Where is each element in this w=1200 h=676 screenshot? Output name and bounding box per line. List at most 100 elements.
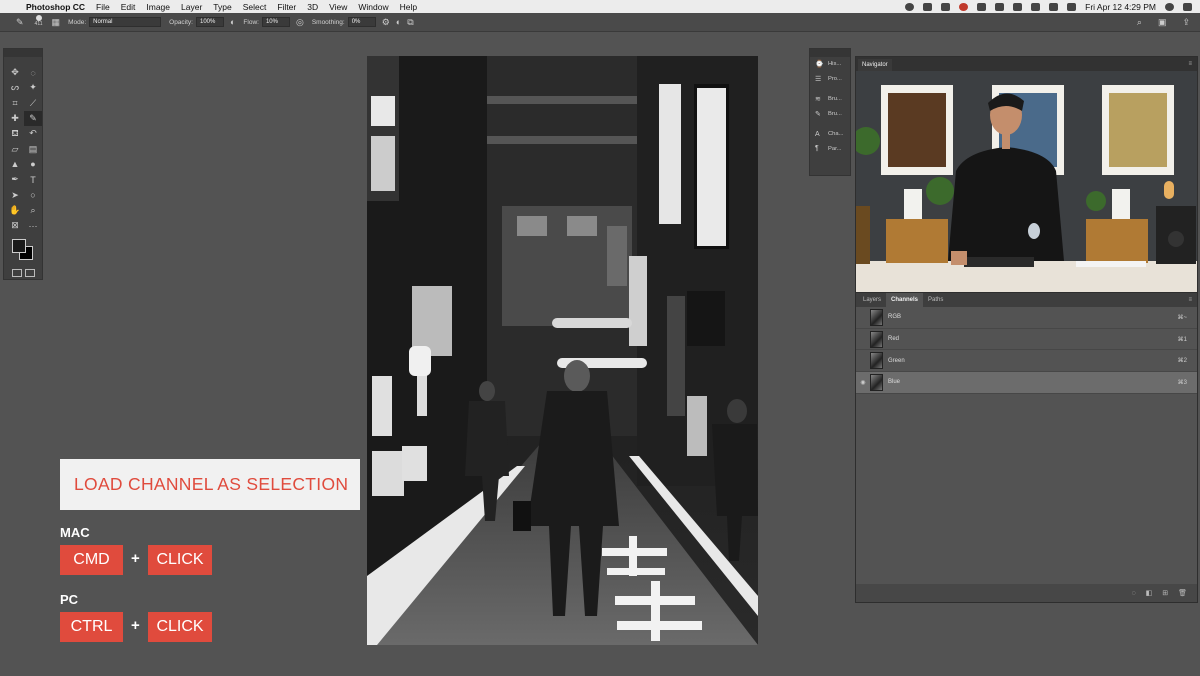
- menu-select[interactable]: Select: [243, 2, 267, 12]
- trash-icon[interactable]: 🗑: [1178, 589, 1187, 597]
- control-center-icon[interactable]: [1183, 2, 1192, 11]
- presenter-video: [856, 71, 1197, 293]
- panel-properties-label: Pro...: [828, 75, 842, 82]
- more-tools-icon[interactable]: ···: [24, 218, 42, 233]
- magic-wand-tool-icon[interactable]: ✦: [24, 80, 42, 95]
- load-channel-banner: LOAD CHANNEL AS SELECTION: [60, 459, 360, 510]
- mode-select[interactable]: Normal: [89, 17, 162, 27]
- tab-channels[interactable]: Channels: [886, 293, 924, 307]
- pc-plus: +: [131, 617, 140, 634]
- clone-stamp-tool-icon[interactable]: ⛾: [6, 126, 24, 141]
- brush-preset-picker[interactable]: 411: [32, 15, 46, 29]
- eye-icon[interactable]: ◉: [856, 379, 870, 386]
- tab-navigator[interactable]: Navigator: [858, 59, 892, 71]
- menu-file[interactable]: File: [96, 2, 110, 12]
- search-icon[interactable]: [1165, 2, 1174, 11]
- collapsed-panels-header[interactable]: [810, 49, 850, 57]
- wifi-icon[interactable]: [1049, 2, 1059, 11]
- opacity-field[interactable]: 100%: [195, 17, 224, 27]
- record-icon[interactable]: [959, 2, 969, 11]
- panel-character[interactable]: A Cha...: [810, 127, 850, 142]
- eyedropper-tool-icon[interactable]: ⟋: [24, 96, 42, 111]
- channel-row-blue[interactable]: ◉ Blue ⌘3: [856, 372, 1197, 394]
- load-selection-icon[interactable]: ◌: [1131, 590, 1135, 597]
- color-swatches[interactable]: [4, 237, 42, 263]
- menu-clock[interactable]: Fri Apr 12 4:29 PM: [1085, 2, 1156, 12]
- bluetooth-icon[interactable]: [1031, 2, 1041, 11]
- menu-type[interactable]: Type: [213, 2, 231, 12]
- menu-window[interactable]: Window: [358, 2, 388, 12]
- menu-view[interactable]: View: [329, 2, 347, 12]
- flow-field[interactable]: 10%: [261, 17, 290, 27]
- airplay-icon[interactable]: [1013, 2, 1023, 11]
- blur-tool-icon[interactable]: ▲: [6, 157, 24, 172]
- history-brush-tool-icon[interactable]: ↶: [24, 126, 42, 141]
- channel-row-rgb[interactable]: RGB ⌘~: [856, 307, 1197, 329]
- smoothing-field[interactable]: 0%: [347, 17, 376, 27]
- smoothing-settings-icon[interactable]: ⚙: [382, 17, 390, 28]
- foreground-color-swatch[interactable]: [12, 239, 26, 254]
- panel-menu-icon[interactable]: ≡: [1188, 61, 1192, 67]
- workspace-icon[interactable]: ▣: [1158, 17, 1167, 28]
- marquee-tool-icon[interactable]: ◌: [24, 65, 42, 80]
- panel-brush-settings[interactable]: ≋ Bru...: [810, 92, 850, 107]
- menu-3d[interactable]: 3D: [307, 2, 318, 12]
- quick-mask-icon[interactable]: [11, 269, 22, 278]
- panel-brushes-label: Bru...: [828, 110, 842, 117]
- pressure-size-icon[interactable]: ◐: [396, 17, 401, 27]
- brush-tool-icon[interactable]: ✎: [16, 17, 24, 28]
- panel-paragraph[interactable]: ¶ Par...: [810, 142, 850, 157]
- panel-menu-icon[interactable]: ≡: [1188, 297, 1197, 303]
- new-channel-icon[interactable]: ⊞: [1162, 589, 1168, 597]
- panel-brushes[interactable]: ✎ Bru...: [810, 107, 850, 122]
- tab-layers[interactable]: Layers: [858, 293, 886, 307]
- move-tool-icon[interactable]: ✥: [6, 65, 24, 80]
- healing-tool-icon[interactable]: ✚: [6, 111, 24, 126]
- hand-tool-icon[interactable]: ✋: [6, 203, 24, 218]
- zoom-tool-icon[interactable]: ⌕: [24, 203, 42, 218]
- shape-tool-icon[interactable]: ○: [24, 187, 42, 202]
- volume-icon[interactable]: [1067, 2, 1077, 11]
- channel-row-red[interactable]: Red ⌘1: [856, 329, 1197, 351]
- menu-layer[interactable]: Layer: [181, 2, 202, 12]
- camera-icon[interactable]: [905, 2, 915, 11]
- crop-tool-icon[interactable]: ⌗: [6, 96, 24, 111]
- panel-properties[interactable]: ☰ Pro...: [810, 72, 850, 87]
- brush-panel-icon[interactable]: ▦: [52, 17, 61, 28]
- frame-tool-icon[interactable]: ⊠: [6, 218, 24, 233]
- type-tool-icon[interactable]: T: [24, 172, 42, 187]
- flow-label: Flow:: [243, 18, 259, 26]
- dodge-tool-icon[interactable]: ●: [24, 157, 42, 172]
- document-canvas[interactable]: [367, 56, 758, 645]
- share-icon[interactable]: ⇪: [1182, 17, 1190, 28]
- brush-tool-icon[interactable]: ✎: [24, 110, 42, 127]
- menu-edit[interactable]: Edit: [121, 2, 136, 12]
- gradient-tool-icon[interactable]: ▤: [24, 141, 42, 156]
- tools-panel-header[interactable]: [4, 49, 42, 57]
- menu-app-name[interactable]: Photoshop CC: [26, 2, 85, 12]
- pen-tool-icon[interactable]: ✒: [6, 172, 24, 187]
- properties-icon: ☰: [815, 75, 822, 83]
- sync-icon[interactable]: [977, 2, 987, 11]
- channel-name: Red: [888, 336, 900, 343]
- symmetry-icon[interactable]: ⧉: [407, 17, 413, 28]
- menu-image[interactable]: Image: [146, 2, 170, 12]
- path-selection-tool-icon[interactable]: ➤: [6, 187, 24, 202]
- creative-cloud-icon[interactable]: [941, 2, 951, 11]
- screen-mode-icon[interactable]: [24, 269, 35, 278]
- display-icon[interactable]: [995, 2, 1005, 11]
- search-icon[interactable]: ⌕: [1137, 17, 1142, 28]
- mode-label: Mode:: [68, 18, 87, 26]
- menu-filter[interactable]: Filter: [277, 2, 296, 12]
- tab-paths[interactable]: Paths: [923, 293, 948, 307]
- lasso-tool-icon[interactable]: ᔕ: [6, 80, 24, 95]
- pressure-opacity-icon[interactable]: ◐: [230, 17, 235, 27]
- eraser-tool-icon[interactable]: ▱: [6, 141, 24, 156]
- mac-key-click: CLICK: [148, 545, 212, 575]
- channel-row-green[interactable]: Green ⌘2: [856, 350, 1197, 373]
- menu-help[interactable]: Help: [400, 2, 417, 12]
- dropbox-icon[interactable]: [923, 2, 933, 11]
- airbrush-icon[interactable]: ◎: [296, 17, 304, 28]
- save-selection-icon[interactable]: ◧: [1146, 589, 1153, 597]
- panel-history[interactable]: ⌚ His...: [810, 57, 850, 72]
